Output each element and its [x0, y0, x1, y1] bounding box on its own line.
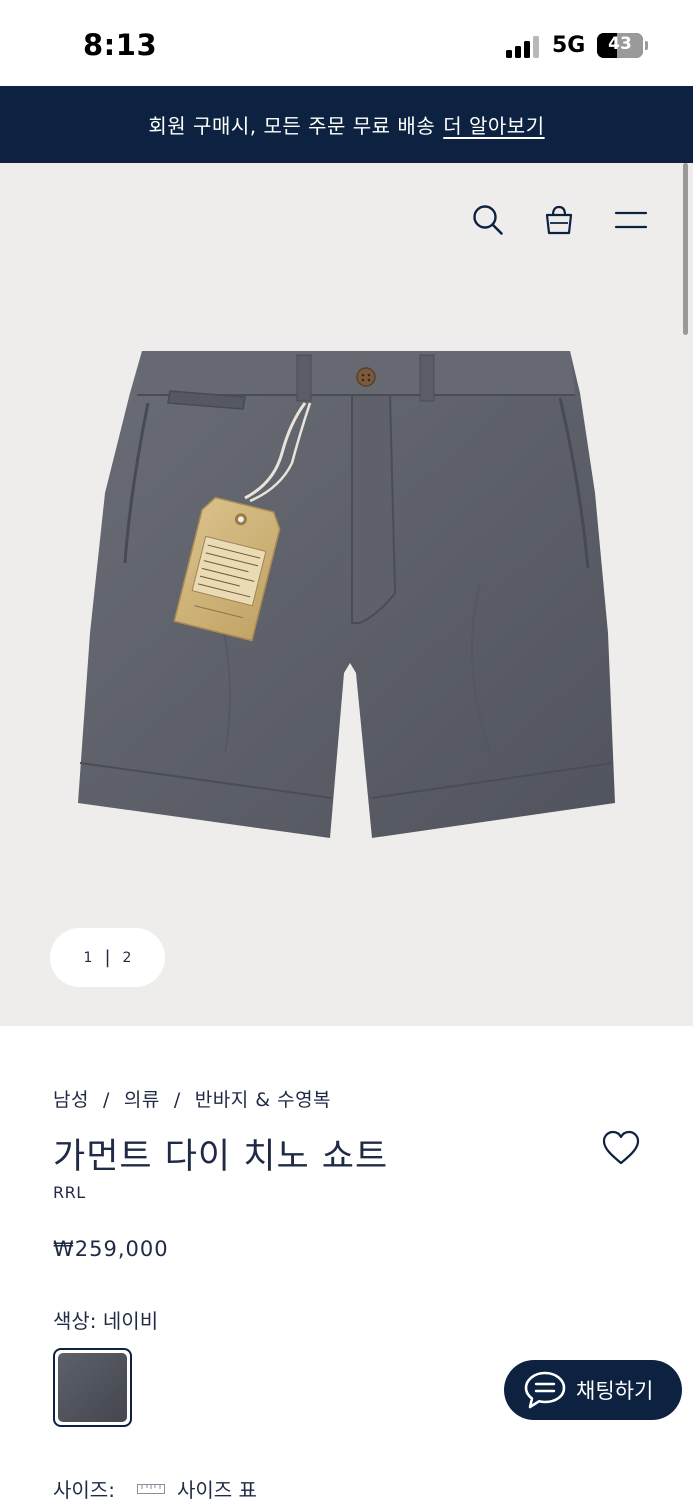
battery-tip — [645, 41, 648, 50]
chat-button[interactable]: 채팅하기 — [504, 1360, 682, 1420]
product-title: 가먼트 다이 치노 쇼트 — [53, 1137, 389, 1177]
color-label: 색상: 네이비 — [53, 1309, 159, 1333]
network-type: 5G — [552, 33, 586, 58]
product-image[interactable] — [60, 333, 630, 843]
image-pager[interactable]: 1 | 2 — [50, 928, 165, 987]
shopping-bag-icon[interactable] — [542, 203, 576, 237]
cellular-signal-icon — [506, 36, 542, 58]
breadcrumb-item-men[interactable]: 남성 — [53, 1089, 89, 1111]
search-icon[interactable] — [471, 203, 505, 237]
battery-level: 43 — [608, 34, 632, 54]
breadcrumb: 남성 / 의류 / 반바지 & 수영복 — [53, 1085, 331, 1112]
battery-icon: 43 — [597, 33, 643, 58]
breadcrumb-item-clothing[interactable]: 의류 — [124, 1089, 160, 1111]
status-time: 8:13 — [83, 28, 158, 62]
breadcrumb-separator: / — [173, 1089, 181, 1111]
page-scrollbar[interactable] — [683, 163, 688, 335]
size-label: 사이즈: — [53, 1478, 115, 1500]
product-price: ₩259,000 — [53, 1237, 169, 1261]
pager-total: 2 — [122, 949, 132, 966]
status-bar: 8:13 5G 43 — [0, 0, 693, 86]
promo-banner: 회원 구매시, 모든 주문 무료 배송 더 알아보기 — [0, 86, 693, 163]
size-chart-link[interactable]: 사이즈 표 — [177, 1474, 257, 1500]
ruler-icon — [136, 1483, 165, 1494]
wishlist-heart-icon[interactable] — [602, 1130, 640, 1166]
pager-separator: | — [104, 947, 111, 968]
promo-text: 회원 구매시, 모든 주문 무료 배송 — [148, 114, 436, 138]
color-swatch-navy[interactable] — [53, 1348, 132, 1427]
pager-current: 1 — [83, 949, 93, 966]
breadcrumb-item-shorts-swimwear[interactable]: 반바지 & 수영복 — [195, 1089, 331, 1111]
menu-icon[interactable] — [614, 203, 648, 237]
swatch-fabric — [58, 1353, 127, 1422]
promo-learn-more-link[interactable]: 더 알아보기 — [443, 110, 544, 139]
chat-label: 채팅하기 — [576, 1379, 654, 1403]
chat-bubble-icon — [524, 1371, 566, 1409]
breadcrumb-separator: / — [102, 1089, 110, 1111]
size-row: 사이즈: 사이즈 표 — [53, 1474, 257, 1500]
product-brand: RRL — [53, 1183, 86, 1202]
product-gallery[interactable]: 1 | 2 — [0, 163, 693, 1026]
